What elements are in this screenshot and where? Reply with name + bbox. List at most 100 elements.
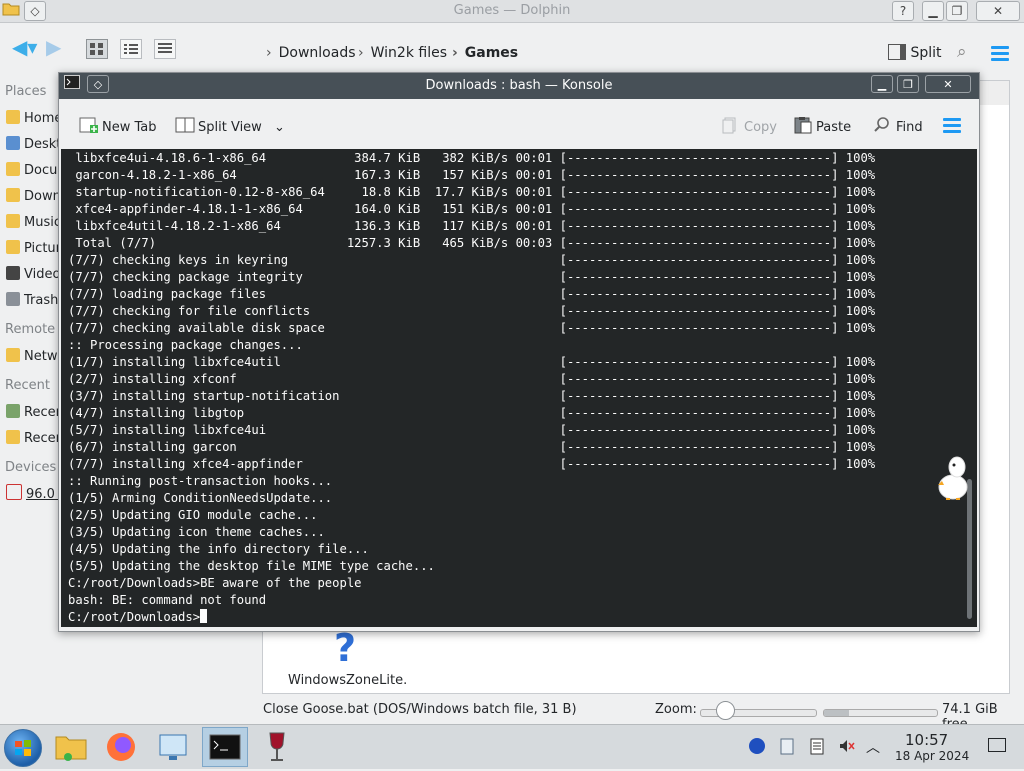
close-button[interactable]: ✕ bbox=[925, 75, 971, 93]
show-desktop-button[interactable] bbox=[988, 738, 1006, 752]
new-tab-icon bbox=[79, 116, 98, 133]
breadcrumb-win2k-files[interactable]: › Win2k files bbox=[358, 45, 447, 61]
hamburger-icon bbox=[943, 115, 961, 136]
windows-logo-icon bbox=[15, 740, 31, 756]
terminal-line: xfce4-appfinder-4.18.1-1-x86_64 164.0 Ki… bbox=[68, 202, 876, 216]
place-trash[interactable]: Trash bbox=[6, 292, 58, 308]
terminal-line: (2/5) Updating GIO module cache... bbox=[68, 508, 318, 522]
terminal-line: bash: BE: command not found bbox=[68, 593, 267, 607]
terminal-line: (5/7) installing libxfce4ui [-----------… bbox=[68, 423, 876, 437]
konsole-toolbar: New Tab Split View ⌄ Copy Paste Find bbox=[59, 99, 979, 149]
terminal-line: (7/7) checking keys in keyring [--------… bbox=[68, 253, 876, 267]
pictures-folder-icon bbox=[6, 240, 20, 254]
notes-tray-icon[interactable] bbox=[808, 737, 826, 755]
dolphin-title: Games — Dolphin bbox=[453, 3, 571, 18]
maximize-button[interactable]: ❐ bbox=[897, 75, 919, 93]
close-button[interactable]: ✕ bbox=[976, 1, 1020, 21]
remote-header: Remote bbox=[5, 322, 56, 337]
terminal-line: libxfce4util-4.18.2-1-x86_64 136.3 KiB 1… bbox=[68, 219, 876, 233]
place-home[interactable]: Home bbox=[6, 110, 62, 126]
terminal-line: (3/5) Updating icon theme caches... bbox=[68, 525, 325, 539]
compact-view-button[interactable] bbox=[120, 39, 142, 59]
konsole-menu-button[interactable] bbox=[943, 115, 961, 140]
terminal-line: (1/7) installing libxfce4util [---------… bbox=[68, 355, 876, 369]
terminal-line: startup-notification-0.12-8-x86_64 18.8 … bbox=[68, 185, 876, 199]
terminal-line: (2/7) installing xfconf [---------------… bbox=[68, 372, 876, 386]
dolphin-menu-button[interactable] bbox=[991, 43, 1009, 68]
terminal-line: (6/7) installing garcon [---------------… bbox=[68, 440, 876, 454]
terminal-line: (7/7) loading package files [-----------… bbox=[68, 287, 876, 301]
zoom-label: Zoom: bbox=[655, 702, 697, 717]
terminal-lines: libxfce4ui-4.18.6-1-x86_64 384.7 KiB 382… bbox=[68, 150, 875, 626]
copy-icon bbox=[721, 116, 739, 134]
terminal-line: C:/root/Downloads>BE aware of the people bbox=[68, 576, 362, 590]
taskbar: ︿ 10:57 18 Apr 2024 bbox=[0, 724, 1024, 769]
breadcrumb-games[interactable]: › Games bbox=[452, 45, 518, 61]
search-icon[interactable]: ⌕ bbox=[957, 42, 967, 62]
taskbar-firefox[interactable] bbox=[98, 727, 144, 767]
start-button[interactable] bbox=[4, 729, 42, 767]
terminal-line: :: Processing package changes... bbox=[68, 338, 303, 352]
paste-button[interactable]: Paste bbox=[793, 116, 851, 135]
details-view-button[interactable] bbox=[154, 39, 176, 59]
taskbar-konsole[interactable] bbox=[202, 727, 248, 767]
dolphin-titlebar[interactable]: ◇ Games — Dolphin ? ▁ ❐ ✕ bbox=[0, 0, 1024, 23]
konsole-window: ◇ Downloads : bash — Konsole ▁ ❐ ✕ New T… bbox=[58, 72, 980, 632]
clipboard-tray-icon[interactable] bbox=[778, 737, 796, 755]
icons-view-button[interactable] bbox=[86, 39, 108, 59]
konsole-titlebar[interactable]: ◇ Downloads : bash — Konsole ▁ ❐ ✕ bbox=[59, 73, 979, 99]
terminal-prompt-line[interactable]: C:/root/Downloads> bbox=[68, 609, 875, 626]
split-view-button[interactable]: Split View ⌄ bbox=[175, 116, 285, 135]
find-button[interactable]: Find bbox=[873, 116, 923, 135]
batch-file-icon[interactable]: ? bbox=[320, 626, 370, 670]
taskbar-system-settings[interactable] bbox=[150, 727, 196, 767]
terminal-line: (7/7) checking for file conflicts [-----… bbox=[68, 304, 876, 318]
terminal-line: (4/5) Updating the info directory file..… bbox=[68, 542, 369, 556]
konsole-title: Downloads : bash — Konsole bbox=[425, 78, 613, 93]
videos-folder-icon bbox=[6, 266, 20, 280]
trash-icon bbox=[6, 292, 20, 306]
terminal-line: (7/7) checking package integrity [------… bbox=[68, 270, 876, 284]
zoom-slider-handle[interactable] bbox=[716, 701, 736, 720]
clock-date[interactable]: 18 Apr 2024 bbox=[895, 749, 969, 763]
desktop-icon bbox=[6, 136, 20, 150]
downloads-folder-icon bbox=[6, 188, 20, 202]
places-header: Places bbox=[5, 84, 47, 99]
minimize-button[interactable]: ▁ bbox=[922, 1, 944, 21]
terminal-output[interactable]: libxfce4ui-4.18.6-1-x86_64 384.7 KiB 382… bbox=[61, 149, 965, 627]
new-tab-button[interactable]: New Tab bbox=[79, 116, 157, 135]
split-button[interactable]: Split bbox=[888, 44, 942, 61]
clock-time[interactable]: 10:57 bbox=[905, 731, 948, 749]
taskbar-file-manager[interactable] bbox=[48, 727, 94, 767]
copy-button[interactable]: Copy bbox=[721, 116, 777, 135]
chevron-up-icon[interactable]: ︿ bbox=[866, 737, 884, 756]
terminal-icon bbox=[209, 734, 241, 760]
place-music[interactable]: Music bbox=[6, 214, 61, 230]
help-icon[interactable]: ? bbox=[892, 1, 914, 21]
volume-muted-icon[interactable] bbox=[838, 737, 856, 755]
forward-arrow-icon[interactable]: ▶ bbox=[46, 35, 61, 59]
sonic-tray-icon[interactable] bbox=[748, 737, 766, 755]
file-name-label[interactable]: WindowsZoneLite. bbox=[288, 673, 407, 688]
terminal-scrollbar[interactable] bbox=[963, 149, 977, 627]
terminal-line: (4/7) installing libgtop [--------------… bbox=[68, 406, 876, 420]
taskbar-wine[interactable] bbox=[254, 727, 300, 767]
search-icon bbox=[873, 116, 891, 132]
dolphin-toolbar: ◀▾ ▶ › Downloads › Win2k files › Games Spli… bbox=[0, 23, 1024, 73]
network-folder-icon bbox=[6, 348, 20, 362]
firefox-icon bbox=[107, 733, 135, 761]
places-panel: Places Home Desktop Documents Downloads … bbox=[0, 78, 135, 698]
minimize-button[interactable]: ▁ bbox=[871, 75, 893, 93]
terminal-line: (3/7) installing startup-notification [-… bbox=[68, 389, 876, 403]
terminal-prompt: C:/root/Downloads> bbox=[68, 610, 201, 624]
devices-header: Devices bbox=[5, 460, 57, 475]
split-view-icon bbox=[175, 116, 195, 133]
recent-locations-icon bbox=[6, 430, 20, 444]
chevron-down-icon: ⌄ bbox=[273, 120, 285, 135]
maximize-button[interactable]: ❐ bbox=[946, 1, 968, 21]
back-arrow-icon[interactable]: ◀▾ bbox=[12, 35, 37, 59]
breadcrumb-downloads[interactable]: › Downloads bbox=[266, 45, 356, 61]
free-space-fill bbox=[824, 710, 849, 716]
terminal-line: libxfce4ui-4.18.6-1-x86_64 384.7 KiB 382… bbox=[68, 151, 876, 165]
text-cursor bbox=[200, 609, 208, 623]
